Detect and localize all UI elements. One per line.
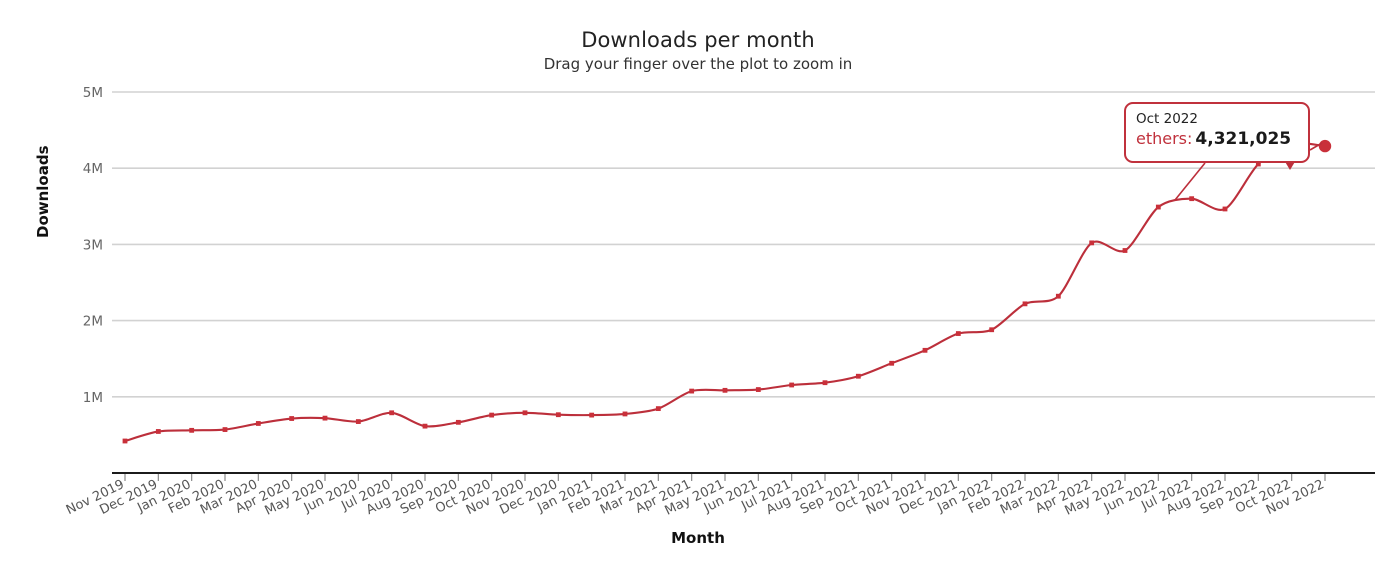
data-point-marker[interactable] xyxy=(722,387,728,393)
data-point-marker[interactable] xyxy=(389,410,395,416)
data-point-marker[interactable] xyxy=(922,347,928,353)
y-tick-label: 2M xyxy=(83,314,103,330)
x-tick-marks xyxy=(124,474,1326,481)
data-point-marker[interactable] xyxy=(189,427,195,433)
tooltip-series-label: ethers: xyxy=(1136,129,1193,148)
data-point-marker[interactable] xyxy=(122,438,128,444)
x-tick-labels: Nov 2019Dec 2019Jan 2020Feb 2020Mar 2020… xyxy=(64,477,1327,519)
data-point-marker[interactable] xyxy=(789,382,795,388)
data-point-marker[interactable] xyxy=(855,373,861,379)
plot-area[interactable]: 1M 2M 3M 4M 5M Nov 2019Dec 2019Jan 2020Feb 2… xyxy=(0,0,1396,563)
data-point-marker[interactable] xyxy=(322,415,328,421)
series-markers[interactable] xyxy=(122,139,1332,444)
data-point-marker[interactable] xyxy=(1189,196,1195,202)
data-point-marker[interactable] xyxy=(655,406,661,412)
tooltip-date: Oct 2022 xyxy=(1136,111,1198,127)
chart-tooltip: Oct 2022 ethers: 4,321,025 xyxy=(1124,102,1310,163)
highlighted-data-point[interactable] xyxy=(1318,139,1332,153)
data-point-marker[interactable] xyxy=(489,412,495,418)
data-point-marker[interactable] xyxy=(1055,293,1061,299)
data-point-marker[interactable] xyxy=(1222,206,1228,212)
data-point-marker[interactable] xyxy=(455,419,461,425)
data-point-marker[interactable] xyxy=(255,421,261,426)
data-point-marker[interactable] xyxy=(1122,248,1128,253)
tooltip-value: 4,321,025 xyxy=(1195,129,1292,149)
data-point-marker[interactable] xyxy=(289,416,295,421)
data-point-marker[interactable] xyxy=(222,427,228,432)
data-point-marker[interactable] xyxy=(755,387,761,392)
y-tick-label: 3M xyxy=(83,237,103,253)
data-point-marker[interactable] xyxy=(155,429,161,434)
y-tick-label: 4M xyxy=(83,161,103,177)
data-point-marker[interactable] xyxy=(1089,240,1095,246)
data-point-marker[interactable] xyxy=(1022,301,1028,307)
data-point-marker[interactable] xyxy=(689,388,695,394)
data-point-marker[interactable] xyxy=(555,412,561,418)
y-tick-label: 1M xyxy=(83,390,103,406)
data-point-marker[interactable] xyxy=(522,410,528,416)
data-point-marker[interactable] xyxy=(955,331,961,336)
y-tick-label: 5M xyxy=(83,85,103,101)
data-point-marker[interactable] xyxy=(822,380,828,386)
data-point-marker[interactable] xyxy=(1155,204,1161,210)
tooltip-value-row: ethers: 4,321,025 xyxy=(1136,128,1308,150)
downloads-chart: Downloads per month Drag your finger ove… xyxy=(0,0,1396,563)
data-point-marker[interactable] xyxy=(422,423,428,429)
data-point-marker[interactable] xyxy=(889,360,895,366)
data-point-marker[interactable] xyxy=(989,327,995,333)
data-point-marker[interactable] xyxy=(622,411,628,417)
data-point-marker[interactable] xyxy=(355,419,361,424)
data-point-marker[interactable] xyxy=(589,412,595,418)
y-tick-labels: 1M 2M 3M 4M 5M xyxy=(83,85,103,406)
